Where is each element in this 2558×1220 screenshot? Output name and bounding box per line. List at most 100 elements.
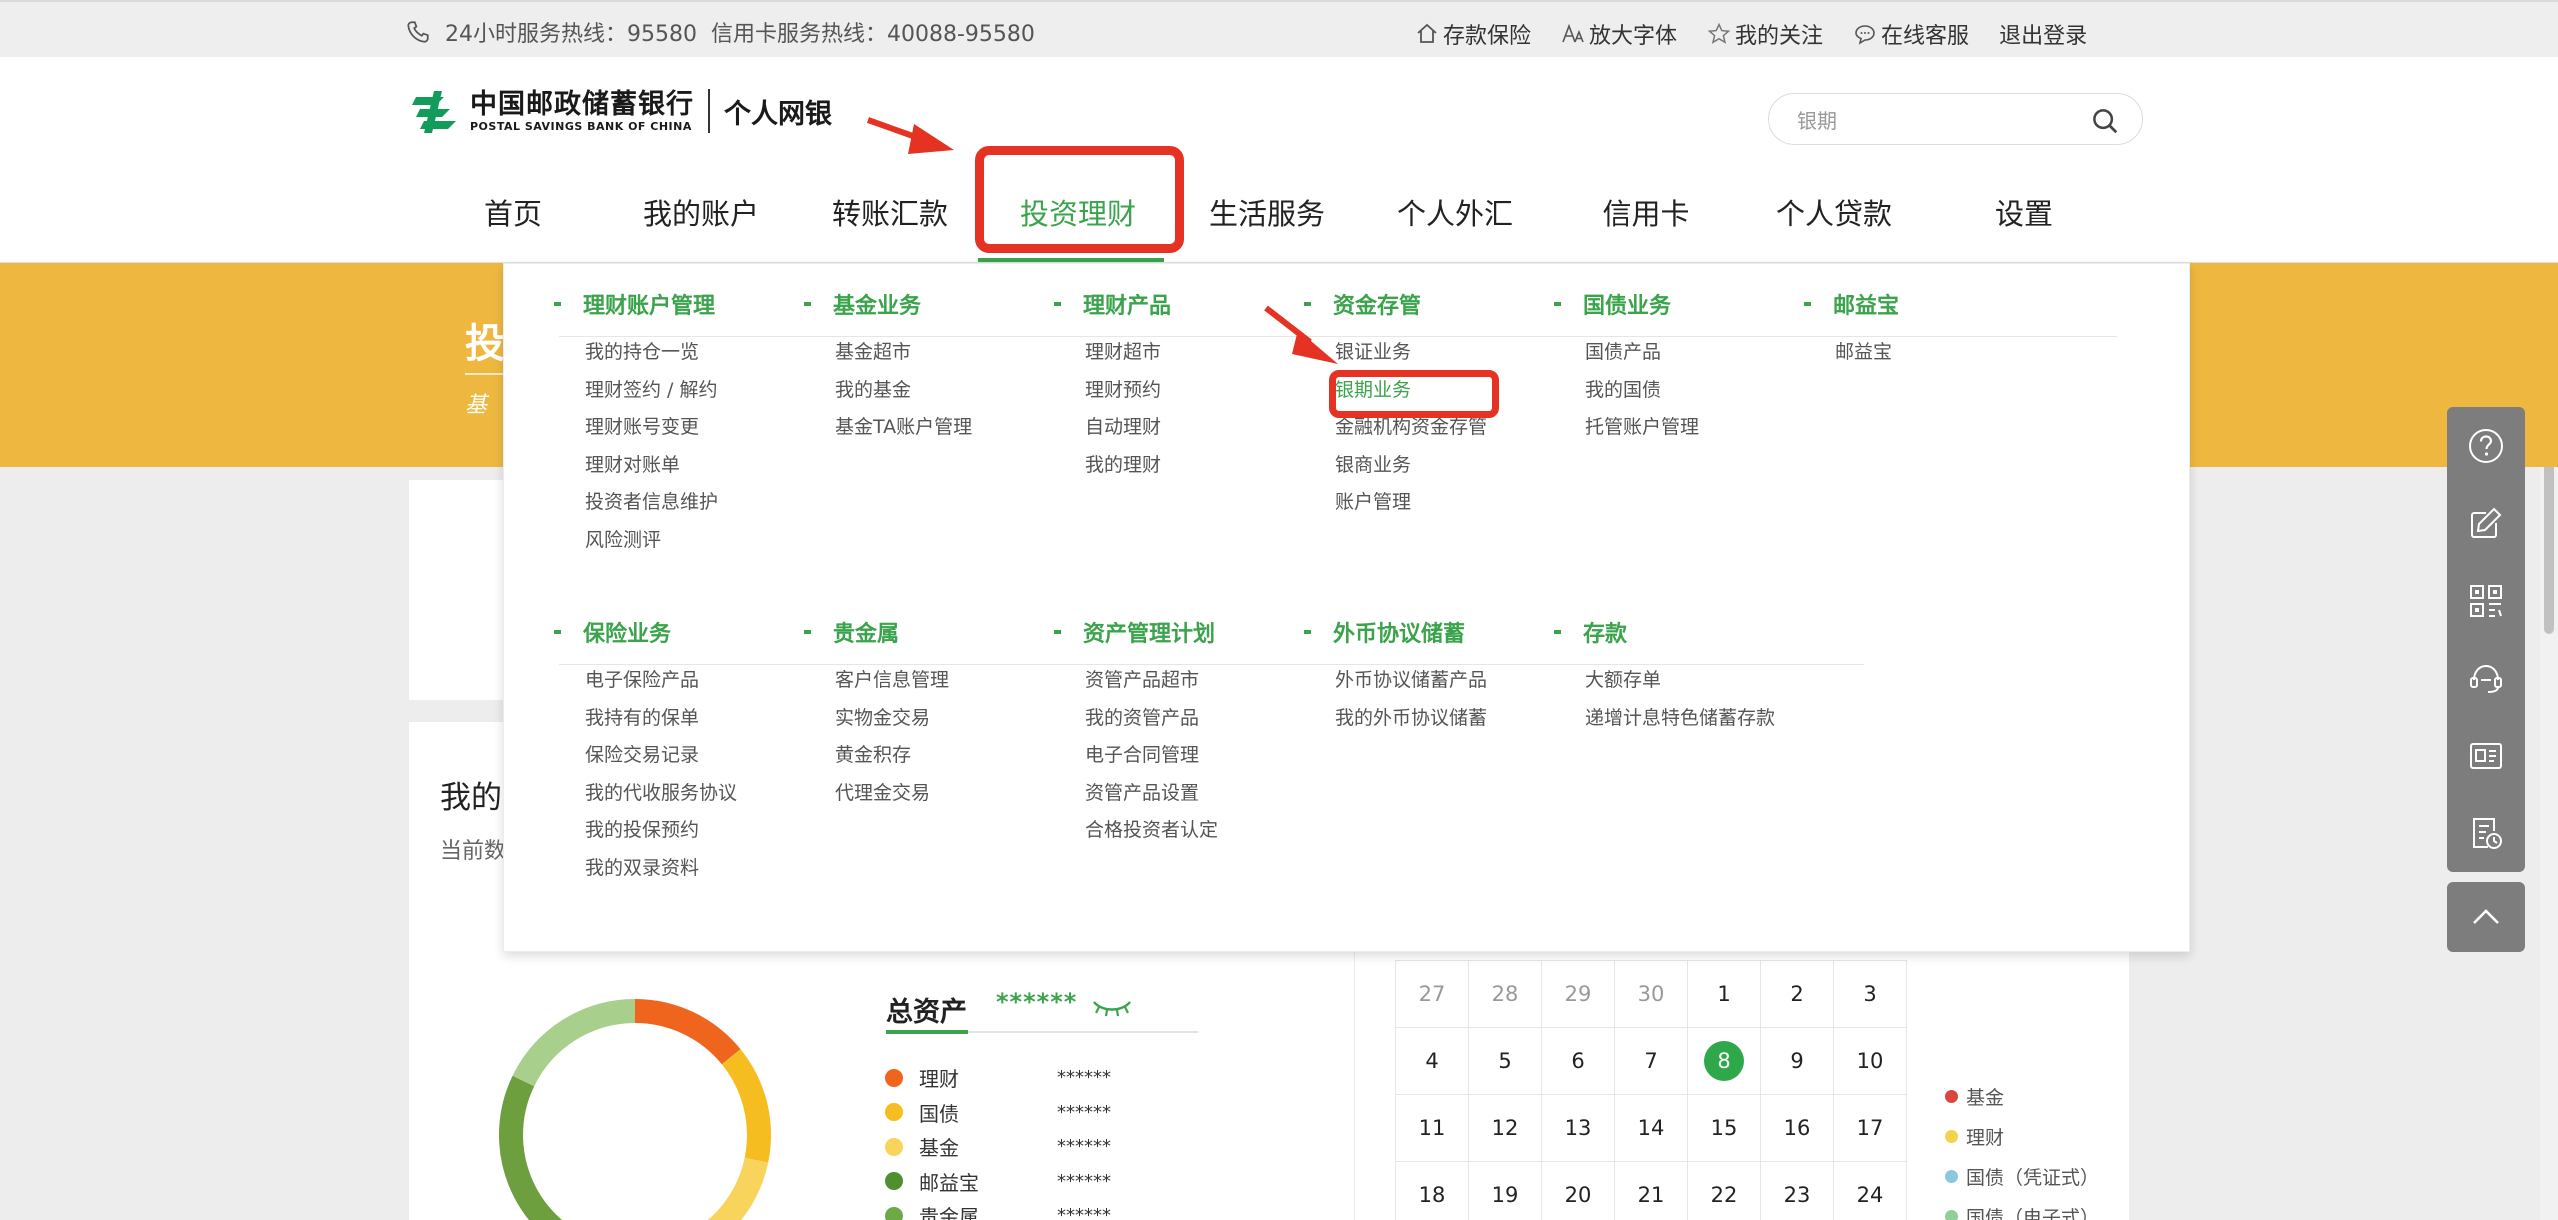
dropdown-menu-item[interactable]: 我的持仓一览 <box>585 340 718 378</box>
calendar-day[interactable]: 14 <box>1614 1094 1688 1162</box>
calendar-day[interactable]: 12 <box>1468 1094 1542 1162</box>
toolbar-qr[interactable] <box>2447 562 2525 640</box>
dropdown-column-title[interactable]: 基金业务 <box>804 288 972 320</box>
calendar-day[interactable]: 23 <box>1760 1161 1834 1220</box>
dropdown-column-title[interactable]: 外币协议储蓄 <box>1304 616 1487 648</box>
dropdown-menu-item[interactable]: 理财预约 <box>1085 378 1171 416</box>
nav-settings[interactable]: 设置 <box>1995 191 2053 233</box>
dropdown-menu-item[interactable]: 国债产品 <box>1585 340 1699 378</box>
dropdown-menu-item[interactable]: 代理金交易 <box>835 781 949 819</box>
dropdown-menu-item[interactable]: 理财超市 <box>1085 340 1171 378</box>
dropdown-menu-item[interactable]: 递增计息特色储蓄存款 <box>1585 706 1775 744</box>
calendar-day[interactable]: 30 <box>1614 960 1688 1028</box>
dropdown-menu-item[interactable]: 外币协议储蓄产品 <box>1335 668 1487 706</box>
dropdown-menu-item[interactable]: 我的代收服务协议 <box>585 781 737 819</box>
calendar-day[interactable]: 24 <box>1833 1161 1907 1220</box>
calendar-day[interactable]: 17 <box>1833 1094 1907 1162</box>
dropdown-menu-item[interactable]: 我的理财 <box>1085 453 1171 491</box>
calendar-day[interactable]: 16 <box>1760 1094 1834 1162</box>
dropdown-menu-item[interactable]: 我持有的保单 <box>585 706 737 744</box>
dropdown-menu-item[interactable]: 金融机构资金存管 <box>1335 415 1487 453</box>
zoom-font-link[interactable]: 放大字体 <box>1561 18 1677 50</box>
calendar-day[interactable]: 5 <box>1468 1027 1542 1095</box>
calendar-day[interactable]: 11 <box>1395 1094 1469 1162</box>
back-to-top-button[interactable] <box>2447 882 2525 952</box>
dropdown-menu-item[interactable]: 邮益宝 <box>1835 340 1899 378</box>
dropdown-column-title[interactable]: 贵金属 <box>804 616 949 648</box>
dropdown-menu-item[interactable]: 我的资管产品 <box>1085 706 1218 744</box>
toolbar-help[interactable] <box>2447 407 2525 485</box>
calendar-day[interactable]: 10 <box>1833 1027 1907 1095</box>
calendar-day[interactable]: 28 <box>1468 960 1542 1028</box>
dropdown-menu-item[interactable]: 实物金交易 <box>835 706 949 744</box>
calendar-day[interactable]: 22 <box>1687 1161 1761 1220</box>
dropdown-menu-item[interactable]: 投资者信息维护 <box>585 490 718 528</box>
dropdown-menu-item[interactable]: 大额存单 <box>1585 668 1775 706</box>
calendar-day[interactable]: 21 <box>1614 1161 1688 1220</box>
dropdown-menu-item[interactable]: 基金超市 <box>835 340 972 378</box>
nav-credit-card[interactable]: 信用卡 <box>1602 191 1689 233</box>
dropdown-column-title[interactable]: 理财账户管理 <box>554 288 718 320</box>
dropdown-column-title[interactable]: 理财产品 <box>1054 288 1171 320</box>
dropdown-column-title[interactable]: 资金存管 <box>1304 288 1487 320</box>
dropdown-column-title[interactable]: 保险业务 <box>554 616 737 648</box>
dropdown-menu-item[interactable]: 我的基金 <box>835 378 972 416</box>
dropdown-menu-item[interactable]: 基金TA账户管理 <box>835 415 972 453</box>
nav-loans[interactable]: 个人贷款 <box>1776 191 1892 233</box>
dropdown-menu-item[interactable]: 我的国债 <box>1585 378 1699 416</box>
dropdown-menu-item[interactable]: 合格投资者认定 <box>1085 818 1218 856</box>
dropdown-menu-item[interactable]: 客户信息管理 <box>835 668 949 706</box>
search-box[interactable] <box>1768 93 2143 145</box>
bank-logo[interactable]: 中国邮政储蓄银行 POSTAL SAVINGS BANK OF CHINA 个人… <box>410 87 832 135</box>
dropdown-menu-item[interactable]: 我的投保预约 <box>585 818 737 856</box>
dropdown-column-title[interactable]: 国债业务 <box>1554 288 1699 320</box>
calendar-day[interactable]: 6 <box>1541 1027 1615 1095</box>
dropdown-menu-item[interactable]: 账户管理 <box>1335 490 1487 528</box>
calendar-day[interactable]: 15 <box>1687 1094 1761 1162</box>
dropdown-menu-item[interactable]: 我的双录资料 <box>585 856 737 894</box>
dropdown-menu-item[interactable]: 理财账号变更 <box>585 415 718 453</box>
toolbar-customer-service[interactable] <box>2447 640 2525 718</box>
dropdown-menu-item[interactable]: 理财签约 / 解约 <box>585 378 718 416</box>
dropdown-menu-item[interactable]: 银证业务 <box>1335 340 1487 378</box>
dropdown-column-title[interactable]: 邮益宝 <box>1804 288 1899 320</box>
dropdown-menu-item[interactable]: 自动理财 <box>1085 415 1171 453</box>
calendar-day[interactable]: 27 <box>1395 960 1469 1028</box>
nav-investment[interactable]: 投资理财 <box>1020 191 1136 233</box>
dropdown-menu-item[interactable]: 电子合同管理 <box>1085 743 1218 781</box>
calendar-day[interactable]: 2 <box>1760 960 1834 1028</box>
calendar-day[interactable]: 18 <box>1395 1161 1469 1220</box>
calendar-day[interactable]: 3 <box>1833 960 1907 1028</box>
calendar-day[interactable]: 1 <box>1687 960 1761 1028</box>
eye-closed-icon[interactable] <box>1090 996 1134 1020</box>
nav-transfer[interactable]: 转账汇款 <box>832 191 948 233</box>
calendar-day[interactable]: 9 <box>1760 1027 1834 1095</box>
search-input[interactable] <box>1797 104 2077 134</box>
toolbar-history[interactable] <box>2447 795 2525 873</box>
toolbar-id-card[interactable] <box>2447 717 2525 795</box>
calendar-day[interactable]: 8 <box>1687 1027 1761 1095</box>
calendar-day[interactable]: 7 <box>1614 1027 1688 1095</box>
dropdown-menu-item[interactable]: 风险测评 <box>585 528 718 566</box>
nav-my-account[interactable]: 我的账户 <box>643 191 759 233</box>
dropdown-menu-item[interactable]: 银商业务 <box>1335 453 1487 491</box>
nav-forex[interactable]: 个人外汇 <box>1397 191 1513 233</box>
search-icon[interactable] <box>2090 106 2120 136</box>
dropdown-menu-item[interactable]: 电子保险产品 <box>585 668 737 706</box>
nav-home[interactable]: 首页 <box>484 191 542 233</box>
calendar-day[interactable]: 20 <box>1541 1161 1615 1220</box>
dropdown-menu-item[interactable]: 托管账户管理 <box>1585 415 1699 453</box>
dropdown-menu-item[interactable]: 我的外币协议储蓄 <box>1335 706 1487 744</box>
online-service-link[interactable]: 在线客服 <box>1853 18 1969 50</box>
dropdown-menu-item[interactable]: 银期业务 <box>1335 378 1487 416</box>
dropdown-column-title[interactable]: 资产管理计划 <box>1054 616 1218 648</box>
calendar-day[interactable]: 19 <box>1468 1161 1542 1220</box>
dropdown-menu-item[interactable]: 理财对账单 <box>585 453 718 491</box>
dropdown-menu-item[interactable]: 黄金积存 <box>835 743 949 781</box>
calendar-day[interactable]: 29 <box>1541 960 1615 1028</box>
nav-life-services[interactable]: 生活服务 <box>1209 191 1325 233</box>
deposit-insurance-link[interactable]: 存款保险 <box>1415 18 1531 50</box>
calendar-day[interactable]: 4 <box>1395 1027 1469 1095</box>
dropdown-column-title[interactable]: 存款 <box>1554 616 1775 648</box>
dropdown-menu-item[interactable]: 资管产品设置 <box>1085 781 1218 819</box>
